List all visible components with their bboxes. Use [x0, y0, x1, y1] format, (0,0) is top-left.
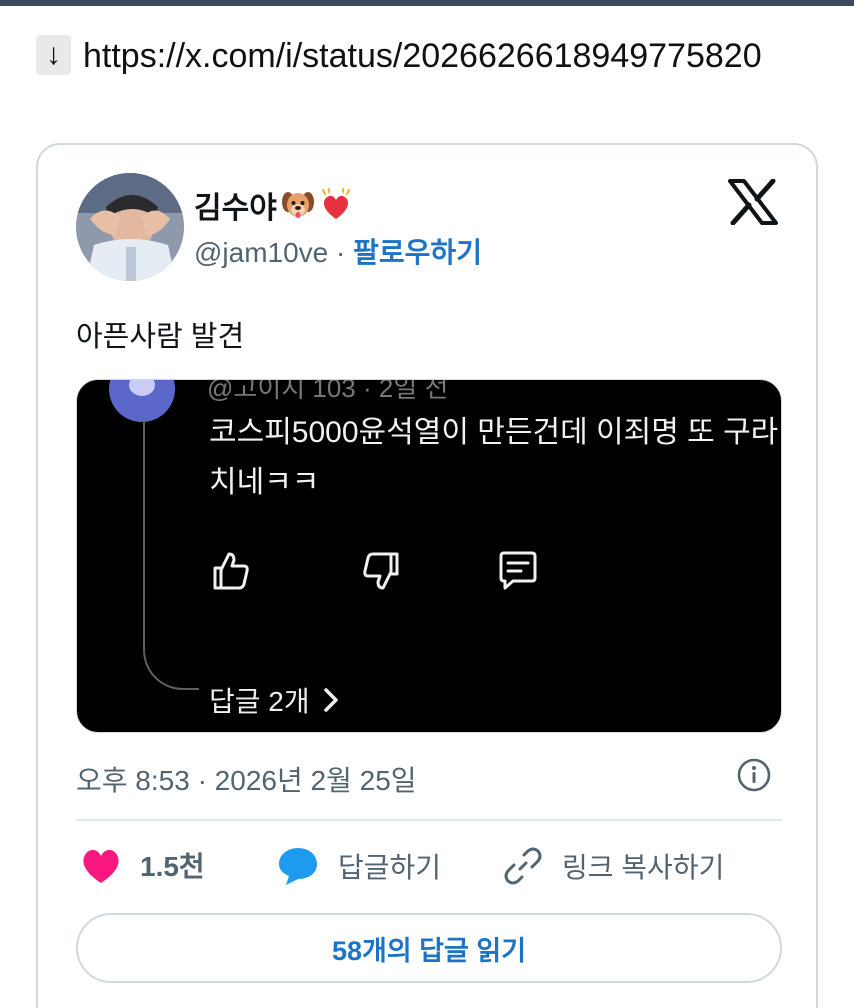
info-icon[interactable]: [736, 757, 772, 793]
status-url[interactable]: https://x.com/i/status/20266266189497758…: [83, 37, 762, 75]
chevron-right-icon: [323, 688, 338, 712]
handle-row: @jam10ve · 팔로우하기: [194, 231, 482, 271]
follow-button[interactable]: 팔로우하기: [353, 237, 482, 268]
media-replies-text: 답글 2개: [209, 686, 310, 717]
likes-count: 1.5천: [140, 851, 205, 882]
comment-icon: [495, 548, 541, 594]
x-logo-icon[interactable]: [728, 178, 778, 226]
media-comment-text: 코스피5000윤석열이 만든건데 이죄명 또 구라치네ㅋㅋ: [209, 416, 779, 499]
divider: [76, 819, 782, 821]
avatar[interactable]: [76, 173, 184, 281]
thumbs-down-icon: [359, 548, 405, 594]
read-replies-button[interactable]: 58개의 답글 읽기: [76, 913, 782, 983]
commenter-avatar-icon: [109, 380, 175, 422]
thread-connector-line: [143, 420, 199, 690]
tweet-actions: 1.5천 답글하기 링크 복사하기: [76, 845, 782, 889]
heart-icon: [83, 849, 119, 883]
growing-heart-emoji: [319, 188, 353, 222]
down-arrow-icon: ↓: [36, 35, 71, 75]
dog-face-emoji: [281, 188, 315, 222]
copy-link-button[interactable]: 링크 복사하기: [502, 845, 724, 887]
reply-label: 답글하기: [338, 852, 442, 883]
cut-off-comment-header: @고이지 103 · 2일 전: [207, 379, 449, 403]
author-name[interactable]: 김수야: [194, 183, 277, 227]
top-strip: [0, 0, 854, 6]
tweet-media-screenshot[interactable]: @고이지 103 · 2일 전 코스피5000윤석열이 만든건데 이죄명 또 구…: [76, 379, 782, 733]
status-link-line[interactable]: ↓ https://x.com/i/status/2026626618949775…: [36, 28, 826, 84]
thumbs-up-icon: [207, 548, 253, 594]
author-handle[interactable]: @jam10ve: [194, 237, 328, 268]
copy-link-label: 링크 복사하기: [562, 852, 725, 883]
tweet-text: 아픈사람 발견: [76, 321, 245, 353]
separator-dot: ·: [336, 237, 346, 268]
link-icon: [504, 847, 542, 885]
author-name-row[interactable]: 김수야: [194, 183, 353, 227]
like-button[interactable]: 1.5천: [80, 845, 205, 885]
tweet-embed-card[interactable]: 김수야 @jam10ve · 팔로우하기 아픈사람 발견 @고이지 103 · …: [36, 143, 818, 1008]
reply-button[interactable]: 답글하기: [276, 845, 441, 887]
reply-bubble-icon: [279, 848, 317, 885]
media-replies-label: 답글 2개: [209, 680, 340, 720]
tweet-timestamp[interactable]: 오후 8:53 · 2026년 2월 25일: [76, 759, 417, 799]
